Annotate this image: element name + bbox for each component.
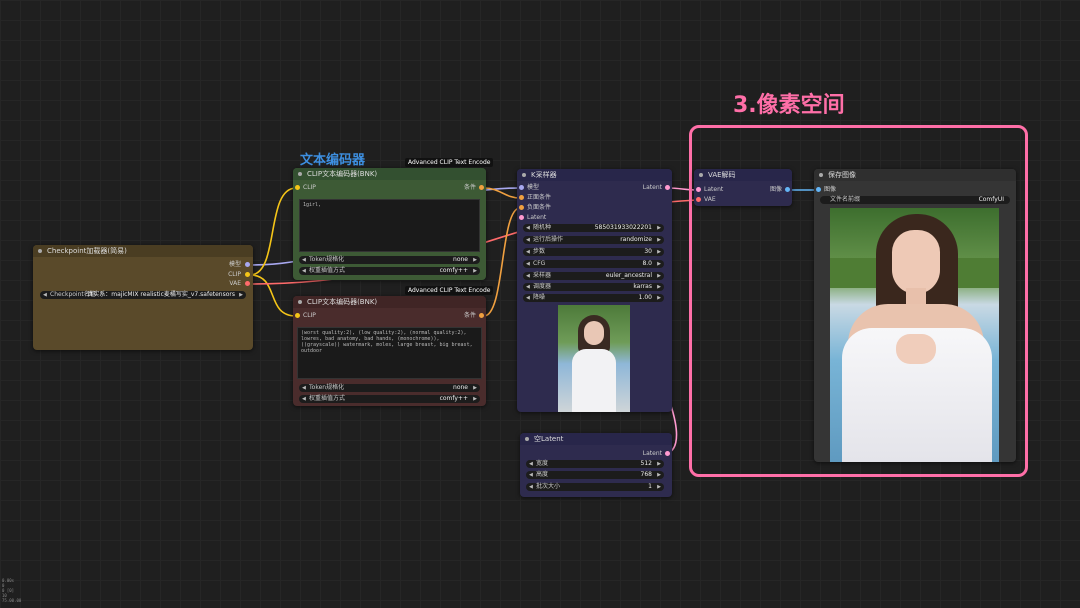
token-normalization-widget[interactable]: ◀ Token规格化 none ▶ — [299, 384, 480, 392]
output-image-dot[interactable] — [785, 187, 790, 192]
arrow-left-icon[interactable]: ◀ — [302, 256, 306, 264]
input-image[interactable]: 图像 — [824, 185, 836, 194]
token-normalization-widget[interactable]: ◀ Token规格化 none ▶ — [299, 256, 480, 264]
collapse-dot-icon[interactable] — [298, 172, 302, 176]
hands — [896, 334, 936, 364]
arrow-left-icon[interactable]: ◀ — [302, 384, 306, 392]
batch-size-widget[interactable]: ◀ 批次大小 1 ▶ — [526, 483, 664, 491]
output-image-preview — [830, 208, 999, 462]
clip-pos-badge: Advanced CLIP Text Encode — [405, 158, 494, 167]
clip-text-encode-positive-node[interactable]: CLIP文本编码器(BNK) CLIP 条件 1girl, ◀ Token规格化… — [293, 168, 486, 280]
weight-interpretation-widget[interactable]: ◀ 权重插值方式 comfy++ ▶ — [299, 267, 480, 275]
input-vae[interactable]: VAE — [704, 195, 716, 204]
node-title: K采样器 — [531, 171, 557, 179]
weight-interpretation-widget[interactable]: ◀ 权重插值方式 comfy++ ▶ — [299, 395, 480, 403]
face — [892, 230, 940, 294]
arrow-left-icon[interactable]: ◀ — [302, 267, 306, 275]
node-title: CLIP文本编码器(BNK) — [307, 170, 378, 178]
input-clip-dot[interactable] — [295, 313, 300, 318]
prompt-textarea[interactable]: (worst quality:2), (low quality:2), (nor… — [297, 327, 482, 379]
input-positive[interactable]: 正面条件 — [527, 193, 551, 202]
arrow-left-icon[interactable]: ◀ — [43, 291, 47, 299]
input-latent[interactable]: Latent — [527, 213, 546, 222]
scheduler-widget[interactable]: ◀ 调度器 karras ▶ — [523, 283, 664, 291]
collapse-dot-icon[interactable] — [525, 437, 529, 441]
input-clip-dot[interactable] — [295, 185, 300, 190]
denoise-widget[interactable]: ◀ 降噪 1.00 ▶ — [523, 294, 664, 302]
collapse-dot-icon[interactable] — [298, 300, 302, 304]
prompt-textarea[interactable]: 1girl, — [299, 199, 480, 252]
collapse-dot-icon[interactable] — [819, 173, 823, 177]
output-latent[interactable]: Latent — [643, 449, 662, 458]
clip-text-encode-negative-node[interactable]: CLIP文本编码器(BNK) CLIP 条件 (worst quality:2)… — [293, 296, 486, 406]
ksampler-node[interactable]: K采样器 模型 正面条件 负面条件 Latent Latent ◀ 随机种 5850… — [517, 169, 672, 412]
input-model[interactable]: 模型 — [527, 183, 539, 192]
output-model-dot[interactable] — [245, 262, 250, 267]
canvas-status: 0.00s 0 0 [0] 10 75.00.00 — [2, 578, 22, 603]
input-model-dot[interactable] — [519, 185, 524, 190]
save-image-node[interactable]: 保存图像 图像 文件名前缀 ComfyUI — [814, 169, 1016, 462]
input-negative[interactable]: 负面条件 — [527, 203, 551, 212]
node-title: CLIP文本编码器(BNK) — [307, 298, 378, 306]
input-latent-dot[interactable] — [519, 215, 524, 220]
cfg-widget[interactable]: ◀ CFG 8.0 ▶ — [523, 260, 664, 268]
node-title: Checkpoint加载器(简易) — [47, 247, 127, 255]
arrow-right-icon[interactable]: ▶ — [473, 395, 477, 403]
steps-widget[interactable]: ◀ 步数 30 ▶ — [523, 248, 664, 256]
arrow-left-icon[interactable]: ◀ — [302, 395, 306, 403]
empty-latent-node[interactable]: 空Latent Latent ◀ 宽度 512 ▶ ◀ 高度 768 ▶ ◀ 批次大小 1 ▶ — [520, 433, 672, 497]
seed-widget[interactable]: ◀ 随机种 585031933022201 ▶ — [523, 224, 664, 232]
node-title: 保存图像 — [828, 171, 856, 179]
arrow-right-icon[interactable]: ▶ — [473, 384, 477, 392]
filename-prefix-widget[interactable]: 文件名前缀 ComfyUI — [820, 196, 1010, 204]
sampler-widget[interactable]: ◀ 采样器 euler_ancestral ▶ — [523, 272, 664, 280]
collapse-dot-icon[interactable] — [38, 249, 42, 253]
input-vae-dot[interactable] — [696, 197, 701, 202]
clip-neg-badge: Advanced CLIP Text Encode — [405, 286, 494, 295]
output-model[interactable]: 模型 — [229, 260, 241, 269]
collapse-dot-icon[interactable] — [522, 173, 526, 177]
node-title: 空Latent — [534, 435, 564, 443]
group-label-text-encoder: 文本编码器 — [300, 153, 366, 168]
preview-image — [558, 305, 630, 412]
output-conditioning-dot[interactable] — [479, 185, 484, 190]
output-latent-dot[interactable] — [665, 185, 670, 190]
input-clip[interactable]: CLIP — [303, 183, 316, 192]
input-negative-dot[interactable] — [519, 205, 524, 210]
output-vae[interactable]: VAE — [229, 279, 241, 288]
input-latent-dot[interactable] — [696, 187, 701, 192]
output-latent[interactable]: Latent — [643, 183, 662, 192]
output-conditioning[interactable]: 条件 — [464, 183, 476, 192]
group-label-pixel-space: 3.像素空间 — [733, 93, 845, 118]
input-latent[interactable]: Latent — [704, 185, 723, 194]
output-vae-dot[interactable] — [245, 281, 250, 286]
checkpoint-loader-node[interactable]: Checkpoint加载器(简易) 模型 CLIP VAE ◀ Checkpoi… — [33, 245, 253, 350]
arrow-right-icon[interactable]: ▶ — [239, 291, 243, 299]
output-conditioning[interactable]: 条件 — [464, 311, 476, 320]
output-conditioning-dot[interactable] — [479, 313, 484, 318]
input-clip[interactable]: CLIP — [303, 311, 316, 320]
node-title: VAE解码 — [708, 171, 736, 179]
input-positive-dot[interactable] — [519, 195, 524, 200]
height-widget[interactable]: ◀ 高度 768 ▶ — [526, 471, 664, 479]
output-clip[interactable]: CLIP — [228, 270, 241, 279]
arrow-right-icon[interactable]: ▶ — [473, 256, 477, 264]
control-after-generate-widget[interactable]: ◀ 运行后操作 randomize ▶ — [523, 236, 664, 244]
output-clip-dot[interactable] — [245, 272, 250, 277]
output-latent-dot[interactable] — [665, 451, 670, 456]
width-widget[interactable]: ◀ 宽度 512 ▶ — [526, 460, 664, 468]
output-image[interactable]: 图像 — [770, 185, 782, 194]
vae-decode-node[interactable]: VAE解码 Latent VAE 图像 — [694, 169, 792, 206]
arrow-right-icon[interactable]: ▶ — [473, 267, 477, 275]
collapse-dot-icon[interactable] — [699, 173, 703, 177]
checkpoint-name-widget[interactable]: ◀ Checkpoint名称 真实系：majicMIX realistic麦橘写… — [40, 291, 246, 299]
input-image-dot[interactable] — [816, 187, 821, 192]
